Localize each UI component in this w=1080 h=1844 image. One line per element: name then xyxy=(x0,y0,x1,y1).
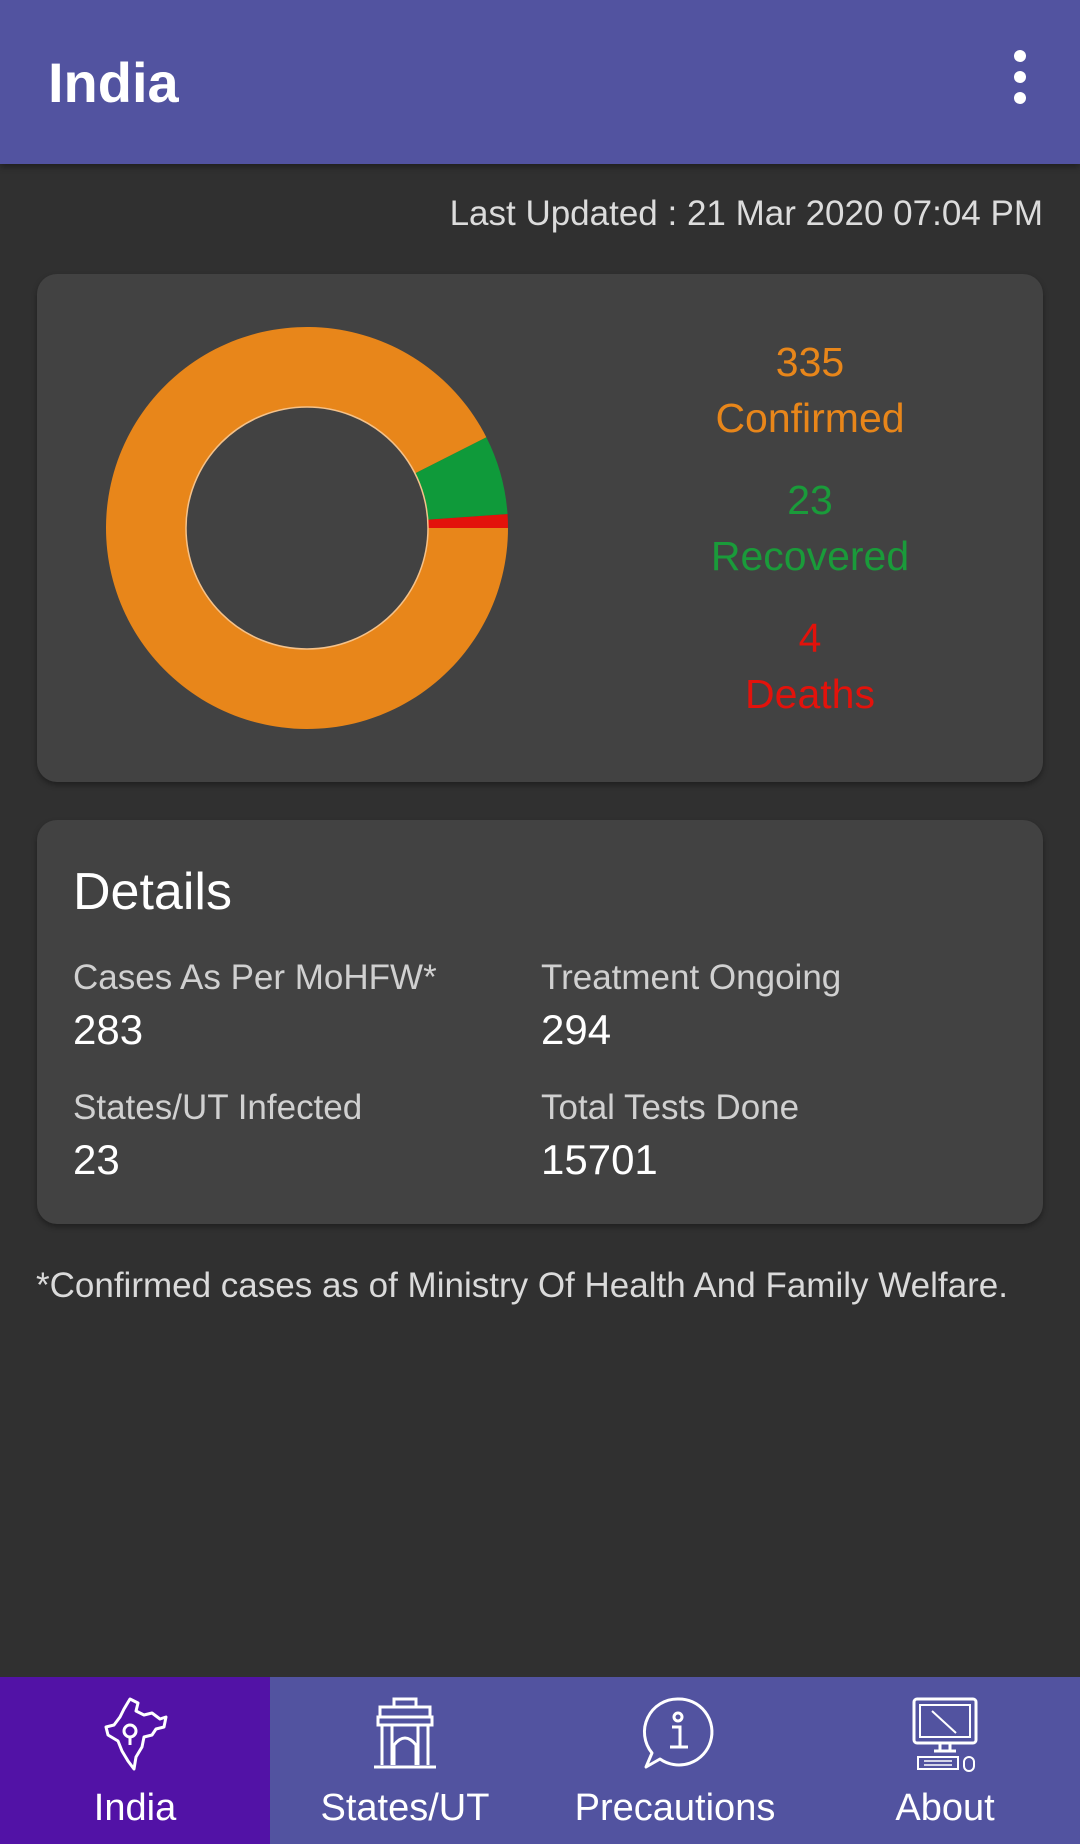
deaths-label: Deaths xyxy=(745,671,875,717)
recovered-count: 23 xyxy=(787,477,833,523)
confirmed-count: 335 xyxy=(775,339,845,385)
details-heading: Details xyxy=(73,863,232,921)
donut-chart xyxy=(105,327,508,729)
nav-item-precautions[interactable]: Precautions xyxy=(540,1677,810,1844)
recovered-label: Recovered xyxy=(710,533,910,579)
app-bar: India xyxy=(0,0,1080,164)
deaths-stat: 4 Deaths xyxy=(597,610,1023,722)
nav-label-states: States/UT xyxy=(320,1787,490,1829)
india-map-icon xyxy=(104,1697,168,1771)
recovered-stat: 23 Recovered xyxy=(597,472,1023,584)
info-bubble-icon xyxy=(642,1697,714,1769)
bottom-navigation: India States/UT Precautions About xyxy=(0,1677,1080,1844)
detail-value: 15701 xyxy=(541,1136,658,1183)
nav-label-about: About xyxy=(895,1787,995,1829)
detail-value: 23 xyxy=(73,1136,120,1183)
nav-item-about[interactable]: About xyxy=(810,1677,1080,1844)
confirmed-stat: 335 Confirmed xyxy=(597,334,1023,446)
last-updated: Last Updated : 21 Mar 2020 07:04 PM xyxy=(449,194,1043,233)
detail-total-tests: Total Tests Done 15701 xyxy=(541,1088,799,1184)
detail-treatment-ongoing: Treatment Ongoing 294 xyxy=(541,958,841,1054)
page-title: India xyxy=(48,51,179,114)
computer-icon xyxy=(912,1697,978,1772)
detail-label: States/UT Infected xyxy=(73,1088,363,1127)
detail-label: Cases As Per MoHFW* xyxy=(73,958,437,997)
detail-cases-mohfw: Cases As Per MoHFW* 283 xyxy=(73,958,437,1054)
nav-label-india: India xyxy=(93,1787,177,1829)
more-vert-icon[interactable] xyxy=(1000,50,1040,110)
deaths-count: 4 xyxy=(798,615,822,661)
detail-value: 294 xyxy=(541,1006,612,1053)
nav-label-precautions: Precautions xyxy=(574,1787,776,1829)
detail-label: Treatment Ongoing xyxy=(541,958,842,997)
detail-states-infected: States/UT Infected 23 xyxy=(73,1088,362,1184)
summary-card: 335 Confirmed 23 Recovered 4 Deaths xyxy=(37,274,1043,782)
detail-label: Total Tests Done xyxy=(541,1088,800,1127)
donut-hole xyxy=(185,406,429,650)
detail-value: 283 xyxy=(73,1006,144,1053)
nav-item-india[interactable]: India xyxy=(0,1677,270,1844)
details-card: Details Cases As Per MoHFW* 283 Treatmen… xyxy=(37,820,1043,1224)
gateway-icon xyxy=(374,1697,436,1769)
footnote: *Confirmed cases as of Ministry Of Healt… xyxy=(36,1266,1008,1305)
nav-item-states[interactable]: States/UT xyxy=(270,1677,540,1844)
confirmed-label: Confirmed xyxy=(715,395,905,441)
